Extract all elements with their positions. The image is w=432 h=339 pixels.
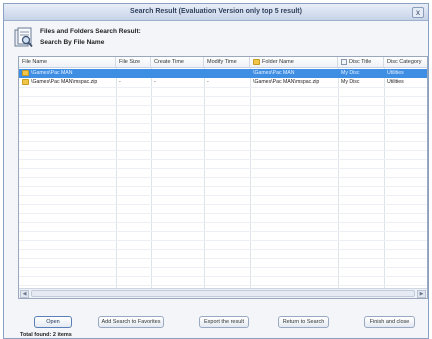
cell-create-time — [151, 69, 204, 78]
search-results-icon — [14, 27, 33, 48]
table-row[interactable]: \Games\Pac MAN \Games\Pac MAN My Disc Ut… — [19, 69, 427, 78]
row-gridline — [19, 195, 427, 196]
folder-icon — [22, 69, 29, 76]
row-gridline — [19, 177, 427, 178]
row-gridline — [19, 204, 427, 205]
cell-disc-title: My Disc — [341, 79, 360, 85]
folder-icon — [253, 58, 260, 65]
row-gridline — [19, 96, 427, 97]
cell-folder-name: \Games\Pac MAN\mspac.zip — [253, 79, 320, 85]
column-header-create-time[interactable]: Create Time — [151, 57, 204, 68]
finish-and-close-button[interactable]: Finish and close — [364, 316, 415, 328]
header-subtitle: Search By File Name — [40, 39, 105, 46]
title-bar[interactable]: Search Result (Evaluation Version only t… — [4, 4, 428, 21]
header-title: Files and Folders Search Result: — [40, 28, 141, 35]
folder-icon — [22, 78, 29, 85]
row-gridline — [19, 213, 427, 214]
column-header-file-name[interactable]: File Name — [19, 57, 116, 68]
row-gridline — [19, 159, 427, 160]
column-header-disc-category[interactable]: Disc Category — [384, 57, 427, 68]
row-gridline — [19, 231, 427, 232]
column-divider — [338, 68, 339, 288]
row-gridline — [19, 276, 427, 277]
cell-file-size: - — [119, 79, 121, 85]
row-gridline — [19, 285, 427, 286]
cell-folder-name: \Games\Pac MAN — [253, 70, 295, 76]
column-header-disc-title[interactable]: Disc Title — [338, 57, 384, 68]
column-divider — [116, 68, 117, 288]
row-gridline — [19, 105, 427, 106]
column-divider — [250, 68, 251, 288]
scroll-left-icon[interactable]: ◀ — [20, 290, 29, 298]
row-gridline — [19, 258, 427, 259]
cell-disc-category: Utilities — [387, 70, 404, 76]
column-header-folder-name[interactable]: Folder Name — [250, 57, 338, 68]
return-to-search-button[interactable]: Return to Search — [278, 316, 329, 328]
row-gridline — [19, 168, 427, 169]
column-header-file-size[interactable]: File Size — [116, 57, 151, 68]
cell-file-name: \Games\Pac MAN — [19, 69, 116, 78]
row-gridline — [19, 141, 427, 142]
results-table[interactable]: File Name File Size Create Time Modify T… — [18, 56, 428, 299]
scroll-thumb[interactable] — [31, 290, 415, 297]
horizontal-scrollbar[interactable]: ◀ ▶ — [19, 288, 427, 298]
cell-create-time: - — [154, 79, 156, 85]
open-button[interactable]: Open — [34, 316, 72, 328]
window-title: Search Result (Evaluation Version only t… — [130, 8, 302, 15]
close-button[interactable]: x — [412, 7, 424, 18]
column-header-modify-time[interactable]: Modify Time — [204, 57, 250, 68]
cell-modify-time: - — [207, 79, 209, 85]
scroll-right-icon[interactable]: ▶ — [417, 290, 426, 298]
cell-disc-category: Utilities — [387, 79, 404, 85]
export-button[interactable]: Export the result — [199, 316, 249, 328]
column-divider — [204, 68, 205, 288]
total-found-status: Total found: 2 items — [20, 332, 72, 338]
disc-icon — [341, 58, 347, 65]
row-gridline — [19, 267, 427, 268]
table-row[interactable]: \Games\Pac MAN\mspac.zip - - - \Games\Pa… — [19, 78, 427, 87]
close-icon: x — [416, 8, 420, 17]
cell-modify-time — [204, 69, 250, 78]
row-gridline — [19, 150, 427, 151]
row-gridline — [19, 186, 427, 187]
row-gridline — [19, 132, 427, 133]
cell-disc-title: My Disc — [341, 70, 360, 76]
row-gridline — [19, 87, 427, 88]
row-gridline — [19, 240, 427, 241]
row-gridline — [19, 249, 427, 250]
column-divider — [151, 68, 152, 288]
result-header: Files and Folders Search Result: Search … — [14, 25, 314, 53]
cell-file-size — [116, 69, 151, 78]
row-gridline — [19, 114, 427, 115]
column-divider — [384, 68, 385, 288]
row-gridline — [19, 222, 427, 223]
cell-file-name: \Games\Pac MAN\mspac.zip — [19, 78, 116, 87]
add-to-favorites-button[interactable]: Add Search to Favorites — [98, 316, 164, 328]
row-gridline — [19, 123, 427, 124]
